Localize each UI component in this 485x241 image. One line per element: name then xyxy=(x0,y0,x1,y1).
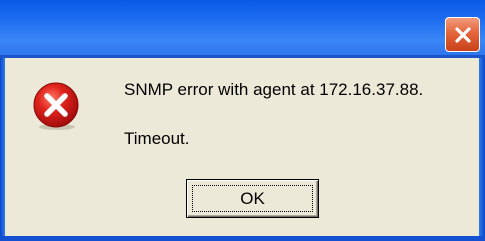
error-icon xyxy=(33,82,79,130)
close-button[interactable] xyxy=(445,17,480,52)
window-frame-bottom xyxy=(0,236,485,241)
error-dialog: SNMP error with agent at 172.16.37.88. T… xyxy=(0,0,485,241)
close-icon xyxy=(454,26,471,43)
error-detail: Timeout. xyxy=(124,129,190,148)
ok-button-label: OK xyxy=(240,188,265,208)
window-frame-right xyxy=(479,58,485,241)
error-message: SNMP error with agent at 172.16.37.88. xyxy=(124,80,424,99)
window-frame-left xyxy=(0,58,5,241)
title-bar[interactable] xyxy=(0,0,485,58)
ok-button[interactable]: OK xyxy=(186,179,319,218)
